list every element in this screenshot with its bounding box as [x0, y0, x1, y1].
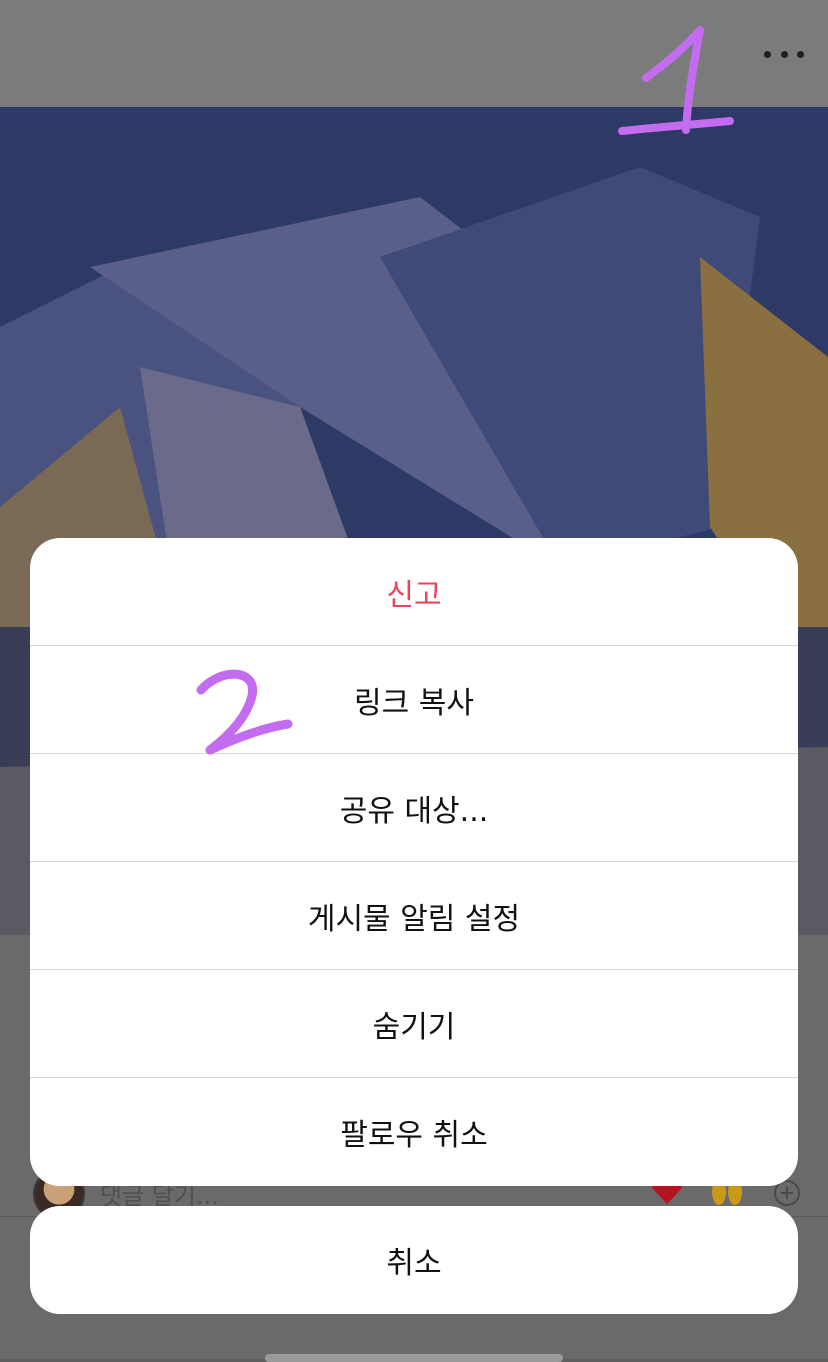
- home-indicator: [265, 1354, 563, 1362]
- report-button[interactable]: 신고: [30, 538, 798, 646]
- copy-link-button[interactable]: 링크 복사: [30, 646, 798, 754]
- share-to-button[interactable]: 공유 대상...: [30, 754, 798, 862]
- action-sheet: 신고 링크 복사 공유 대상... 게시물 알림 설정 숨기기 팔로우 취소: [30, 538, 798, 1186]
- post-header: [0, 0, 828, 107]
- hide-button[interactable]: 숨기기: [30, 970, 798, 1078]
- cancel-button[interactable]: 취소: [30, 1206, 798, 1314]
- unfollow-button[interactable]: 팔로우 취소: [30, 1078, 798, 1186]
- post-notifications-button[interactable]: 게시물 알림 설정: [30, 862, 798, 970]
- more-options-icon[interactable]: [764, 40, 804, 68]
